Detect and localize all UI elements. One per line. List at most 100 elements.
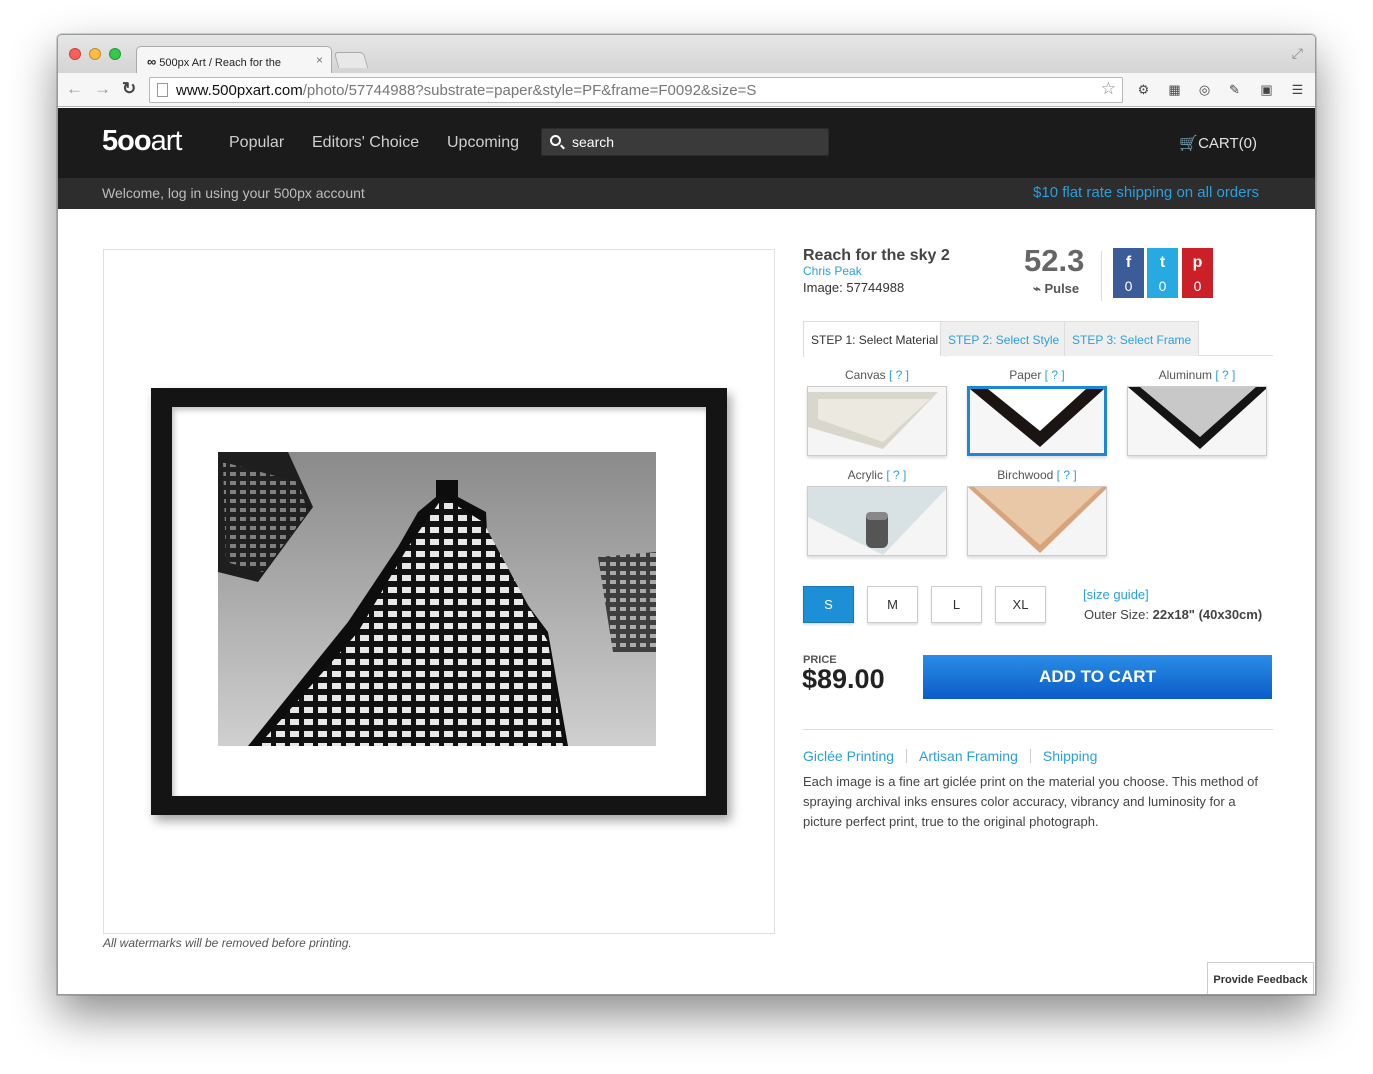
logo-text: art	[150, 125, 183, 157]
search-placeholder: search	[572, 134, 615, 150]
divider	[803, 729, 1273, 730]
cart-icon: 🛒	[1179, 135, 1199, 152]
image-id: Image: 57744988	[803, 280, 905, 295]
info-links: Giclée Printing Artisan Framing Shipping	[803, 748, 1097, 764]
cart-label: CART(0)	[1198, 135, 1257, 152]
shipping-promo-link[interactable]: $10 flat rate shipping on all orders	[1033, 184, 1259, 201]
sync-extension-icon[interactable]: ◎	[1196, 81, 1213, 98]
step-tabs: STEP 1: Select Material STEP 2: Select S…	[803, 321, 1273, 357]
address-bar[interactable]: www.500pxart.com/photo/57744988?substrat…	[149, 77, 1123, 103]
material-help-link[interactable]: [ ? ]	[886, 468, 906, 482]
acrylic-swatch	[808, 487, 946, 555]
description-text: Each image is a fine art giclée print on…	[803, 774, 1259, 829]
pulse-label: ⌁ Pulse	[1033, 281, 1079, 297]
birchwood-swatch	[968, 487, 1106, 555]
material-help-link[interactable]: [ ? ]	[1057, 468, 1077, 482]
nav-upcoming[interactable]: Upcoming	[447, 134, 519, 152]
size-guide-link[interactable]: [size guide]	[1083, 587, 1149, 602]
minimize-window-button[interactable]	[89, 48, 101, 60]
nav-editors-choice[interactable]: Editors' Choice	[312, 134, 419, 152]
mat-preview	[172, 407, 706, 796]
url-host: www.500pxart.com	[176, 82, 303, 99]
divider	[1101, 251, 1102, 301]
facebook-share-button[interactable]: f 0	[1113, 248, 1144, 298]
window-extension-icon[interactable]: ▣	[1258, 81, 1275, 98]
pulse-text: Pulse	[1044, 281, 1080, 296]
photographer-link[interactable]: Chris Peak	[803, 264, 862, 278]
close-tab-icon[interactable]: ×	[316, 53, 323, 67]
stamp-extension-icon[interactable]: ✎	[1226, 81, 1243, 98]
size-l-button[interactable]: L	[931, 586, 982, 623]
size-xl-button[interactable]: XL	[995, 586, 1046, 623]
js-extension-icon[interactable]: ⚙	[1135, 81, 1152, 98]
menu-icon[interactable]: ☰	[1289, 81, 1306, 98]
frame-preview	[151, 388, 727, 815]
pulse-icon: ⌁	[1033, 281, 1041, 296]
tab-title: 500px Art / Reach for the	[159, 57, 281, 69]
aluminum-swatch	[1128, 387, 1266, 455]
search-icon	[550, 135, 561, 146]
calendar-extension-icon[interactable]: ▦	[1166, 81, 1183, 98]
material-label-acrylic: Acrylic [ ? ]	[807, 468, 947, 482]
skyscraper-photo	[218, 452, 656, 746]
sub-bar: Welcome, log in using your 500px account…	[58, 178, 1315, 209]
photo-title: Reach for the sky 2	[803, 247, 950, 264]
photo-preview	[103, 249, 775, 934]
fullscreen-icon[interactable]: ⤢	[1292, 45, 1303, 62]
material-label-aluminum: Aluminum [ ? ]	[1127, 368, 1267, 382]
forward-arrow-icon[interactable]: →	[94, 79, 111, 99]
window-controls	[69, 48, 121, 60]
browser-tab[interactable]: ∞ 500px Art / Reach for the ×	[136, 46, 332, 73]
pinterest-count: 0	[1193, 278, 1202, 294]
material-help-link[interactable]: [ ? ]	[1215, 368, 1235, 382]
pinterest-icon: p	[1192, 254, 1203, 271]
site-header: 5ooart Popular Editors' Choice Upcoming …	[58, 108, 1315, 178]
material-name: Acrylic	[847, 468, 883, 482]
outer-size: Outer Size: 22x18" (40x30cm)	[1084, 607, 1262, 622]
site-logo[interactable]: 5ooart	[102, 125, 183, 158]
material-paper-option[interactable]	[967, 386, 1107, 456]
page-icon	[157, 83, 168, 97]
giclee-printing-link[interactable]: Giclée Printing	[803, 748, 894, 764]
material-label-birchwood: Birchwood [ ? ]	[967, 468, 1107, 482]
browser-toolbar: ← → ↻ www.500pxart.com/photo/57744988?su…	[58, 73, 1315, 107]
material-birchwood-option[interactable]	[967, 486, 1107, 556]
material-acrylic-option[interactable]	[807, 486, 947, 556]
logo-mark: 5oo	[102, 125, 152, 157]
search-input[interactable]: search	[541, 128, 829, 156]
artisan-framing-link[interactable]: Artisan Framing	[919, 748, 1018, 764]
twitter-count: 0	[1158, 278, 1167, 294]
back-arrow-icon[interactable]: ←	[66, 79, 83, 99]
size-s-button[interactable]: S	[803, 586, 854, 623]
tab-select-material[interactable]: STEP 1: Select Material	[803, 321, 947, 357]
pinterest-share-button[interactable]: p 0	[1182, 248, 1213, 298]
provide-feedback-button[interactable]: Provide Feedback	[1207, 962, 1314, 994]
separator	[1029, 749, 1031, 763]
twitter-share-button[interactable]: t 0	[1147, 248, 1178, 298]
cart-link[interactable]: 🛒CART(0)	[1179, 134, 1257, 152]
material-help-link[interactable]: [ ? ]	[1045, 368, 1065, 382]
material-aluminum-option[interactable]	[1127, 386, 1267, 456]
outer-size-value: 22x18" (40x30cm)	[1152, 607, 1263, 622]
material-canvas-option[interactable]	[807, 386, 947, 456]
nav-popular[interactable]: Popular	[229, 134, 284, 152]
paper-swatch	[970, 389, 1104, 453]
pulse-score: 52.3	[1024, 243, 1085, 278]
browser-window: ∞ 500px Art / Reach for the × ⤢ ← → ↻ www…	[57, 34, 1316, 995]
tab-select-style[interactable]: STEP 2: Select Style	[940, 321, 1068, 356]
reload-icon[interactable]: ↻	[122, 79, 136, 99]
size-m-button[interactable]: M	[867, 586, 918, 623]
new-tab-button[interactable]	[333, 52, 369, 68]
zoom-window-button[interactable]	[109, 48, 121, 60]
material-help-link[interactable]: [ ? ]	[889, 368, 909, 382]
close-window-button[interactable]	[69, 48, 81, 60]
welcome-login-link[interactable]: Welcome, log in using your 500px account	[102, 185, 365, 201]
photo-print	[218, 452, 656, 746]
bookmark-star-icon[interactable]: ☆	[1101, 79, 1116, 99]
material-name: Birchwood	[997, 468, 1054, 482]
shipping-info-link[interactable]: Shipping	[1043, 748, 1098, 764]
add-to-cart-button[interactable]: ADD TO CART	[923, 655, 1272, 699]
tab-select-frame[interactable]: STEP 3: Select Frame	[1064, 321, 1200, 356]
separator	[906, 749, 908, 763]
material-name: Aluminum	[1158, 368, 1212, 382]
